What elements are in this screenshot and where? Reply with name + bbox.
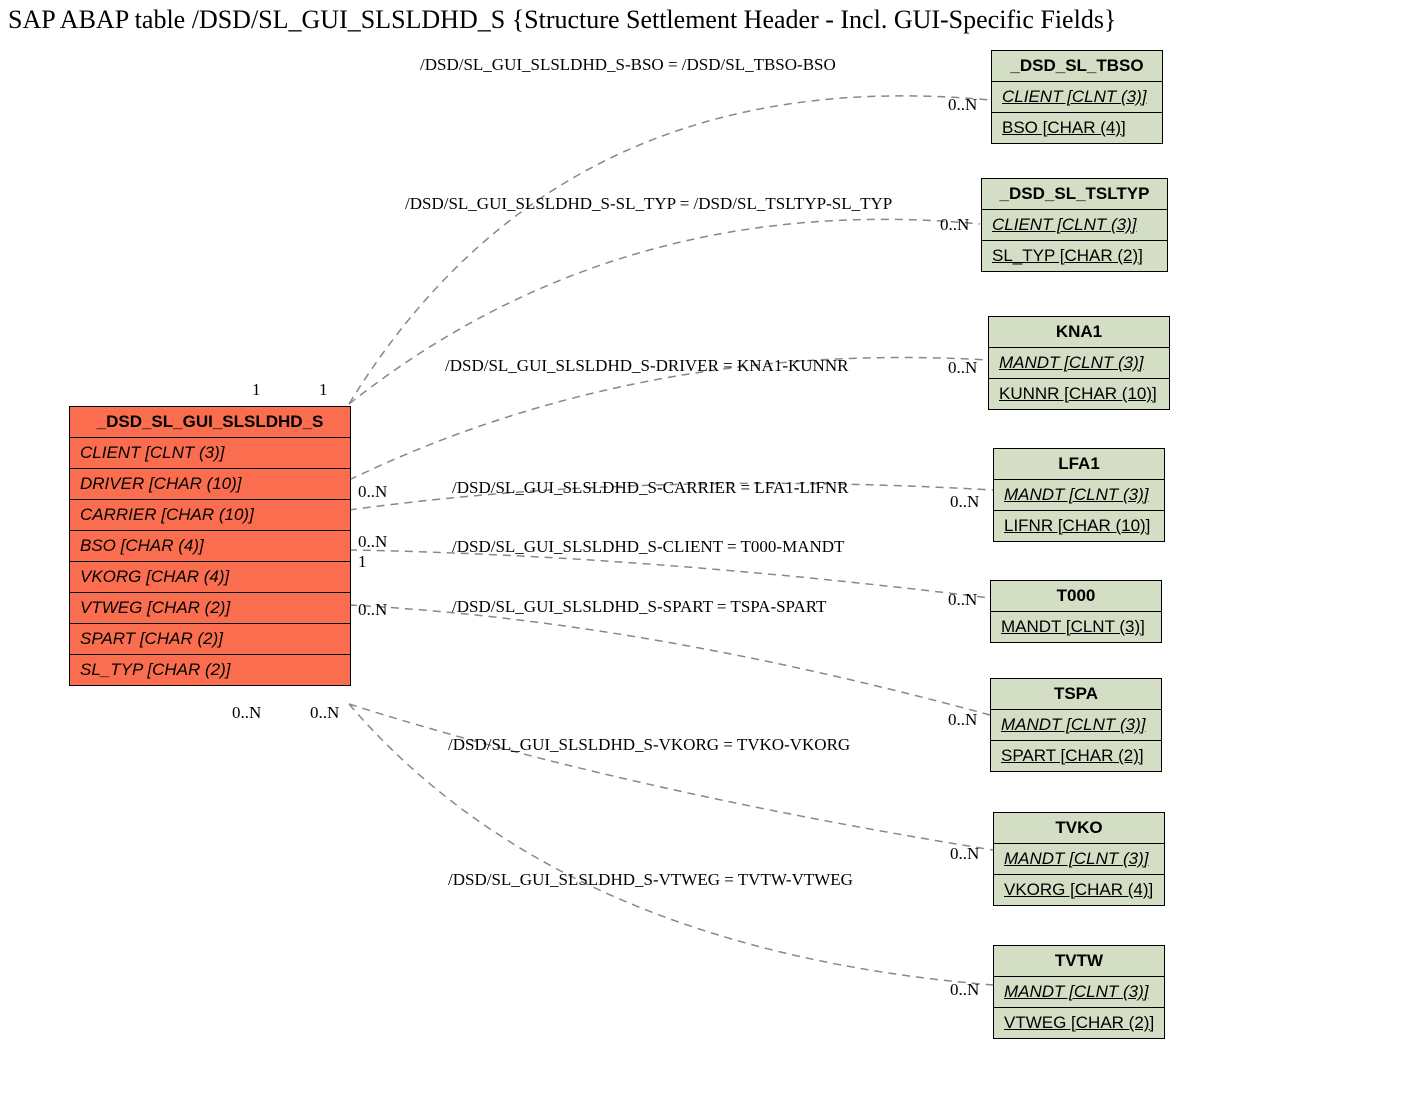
- entity-header: T000: [991, 581, 1161, 612]
- entity-field: VKORG [CHAR (4)]: [70, 562, 350, 593]
- entity-field: VTWEG [CHAR (2)]: [70, 593, 350, 624]
- entity-field: VTWEG [CHAR (2)]: [994, 1008, 1164, 1038]
- cardinality-label: 0..N: [950, 844, 979, 864]
- entity-field: MANDT [CLNT (3)]: [994, 480, 1164, 511]
- entity-header: KNA1: [989, 317, 1169, 348]
- entity-field: MANDT [CLNT (3)]: [994, 977, 1164, 1008]
- cardinality-label: 0..N: [310, 703, 339, 723]
- entity-tvko: TVKO MANDT [CLNT (3)] VKORG [CHAR (4)]: [993, 812, 1165, 906]
- entity-field: SPART [CHAR (2)]: [70, 624, 350, 655]
- entity-field: DRIVER [CHAR (10)]: [70, 469, 350, 500]
- entity-field: BSO [CHAR (4)]: [70, 531, 350, 562]
- cardinality-label: 0..N: [358, 532, 387, 552]
- entity-header: TVKO: [994, 813, 1164, 844]
- cardinality-label: 0..N: [358, 482, 387, 502]
- entity-header: _DSD_SL_TSLTYP: [982, 179, 1167, 210]
- entity-header: _DSD_SL_TBSO: [992, 51, 1162, 82]
- cardinality-label: 0..N: [940, 215, 969, 235]
- entity-header: TVTW: [994, 946, 1164, 977]
- entity-field: SL_TYP [CHAR (2)]: [70, 655, 350, 685]
- entity-lfa1: LFA1 MANDT [CLNT (3)] LIFNR [CHAR (10)]: [993, 448, 1165, 542]
- cardinality-label: 0..N: [948, 710, 977, 730]
- relationship-label: /DSD/SL_GUI_SLSLDHD_S-SL_TYP = /DSD/SL_T…: [405, 194, 892, 214]
- entity-header: LFA1: [994, 449, 1164, 480]
- entity-field: KUNNR [CHAR (10)]: [989, 379, 1169, 409]
- cardinality-label: 0..N: [948, 358, 977, 378]
- cardinality-label: 0..N: [358, 600, 387, 620]
- entity-main: _DSD_SL_GUI_SLSLDHD_S CLIENT [CLNT (3)] …: [69, 406, 351, 686]
- entity-tbso: _DSD_SL_TBSO CLIENT [CLNT (3)] BSO [CHAR…: [991, 50, 1163, 144]
- relationship-label: /DSD/SL_GUI_SLSLDHD_S-CARRIER = LFA1-LIF…: [452, 478, 849, 498]
- cardinality-label: 0..N: [948, 95, 977, 115]
- entity-field: MANDT [CLNT (3)]: [991, 612, 1161, 642]
- entity-header: TSPA: [991, 679, 1161, 710]
- entity-field: CLIENT [CLNT (3)]: [992, 82, 1162, 113]
- relationship-label: /DSD/SL_GUI_SLSLDHD_S-SPART = TSPA-SPART: [452, 597, 826, 617]
- relationship-label: /DSD/SL_GUI_SLSLDHD_S-BSO = /DSD/SL_TBSO…: [420, 55, 836, 75]
- cardinality-label: 1: [319, 380, 328, 400]
- entity-field: SL_TYP [CHAR (2)]: [982, 241, 1167, 271]
- entity-field: VKORG [CHAR (4)]: [994, 875, 1164, 905]
- cardinality-label: 0..N: [950, 980, 979, 1000]
- cardinality-label: 0..N: [950, 492, 979, 512]
- entity-tvtw: TVTW MANDT [CLNT (3)] VTWEG [CHAR (2)]: [993, 945, 1165, 1039]
- entity-field: MANDT [CLNT (3)]: [989, 348, 1169, 379]
- entity-tspa: TSPA MANDT [CLNT (3)] SPART [CHAR (2)]: [990, 678, 1162, 772]
- entity-t000: T000 MANDT [CLNT (3)]: [990, 580, 1162, 643]
- entity-header: _DSD_SL_GUI_SLSLDHD_S: [70, 407, 350, 438]
- entity-field: CARRIER [CHAR (10)]: [70, 500, 350, 531]
- entity-field: BSO [CHAR (4)]: [992, 113, 1162, 143]
- cardinality-label: 1: [252, 380, 261, 400]
- entity-field: LIFNR [CHAR (10)]: [994, 511, 1164, 541]
- cardinality-label: 1: [358, 552, 367, 572]
- entity-field: SPART [CHAR (2)]: [991, 741, 1161, 771]
- entity-field: MANDT [CLNT (3)]: [994, 844, 1164, 875]
- relationship-label: /DSD/SL_GUI_SLSLDHD_S-DRIVER = KNA1-KUNN…: [445, 356, 848, 376]
- entity-tsltyp: _DSD_SL_TSLTYP CLIENT [CLNT (3)] SL_TYP …: [981, 178, 1168, 272]
- entity-kna1: KNA1 MANDT [CLNT (3)] KUNNR [CHAR (10)]: [988, 316, 1170, 410]
- cardinality-label: 0..N: [232, 703, 261, 723]
- relationship-label: /DSD/SL_GUI_SLSLDHD_S-CLIENT = T000-MAND…: [452, 537, 844, 557]
- entity-field: CLIENT [CLNT (3)]: [70, 438, 350, 469]
- relationship-label: /DSD/SL_GUI_SLSLDHD_S-VTWEG = TVTW-VTWEG: [448, 870, 853, 890]
- entity-field: CLIENT [CLNT (3)]: [982, 210, 1167, 241]
- cardinality-label: 0..N: [948, 590, 977, 610]
- relationship-label: /DSD/SL_GUI_SLSLDHD_S-VKORG = TVKO-VKORG: [448, 735, 850, 755]
- entity-field: MANDT [CLNT (3)]: [991, 710, 1161, 741]
